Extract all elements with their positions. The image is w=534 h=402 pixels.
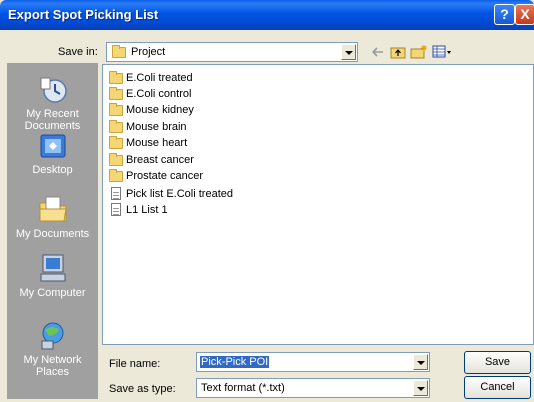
list-item[interactable]: Mouse heart [109,135,187,153]
desktop-icon [40,134,65,158]
cancel-button[interactable]: Cancel [464,376,531,399]
list-item[interactable]: Mouse brain [109,119,187,137]
title-bar: Export Spot Picking List ? X [0,0,534,30]
save-in-dropdown[interactable]: Project [106,42,358,62]
back-arrow-icon[interactable] [371,45,385,59]
window-title: Export Spot Picking List [8,7,159,22]
list-item[interactable]: Mouse kidney [109,102,194,120]
list-item[interactable]: Pick list E.Coli treated [109,187,233,203]
place-label: My Computer [19,287,86,299]
place-label: My Documents [15,228,90,240]
file-name-value: Pick-Pick POI [200,356,270,368]
place-my-network-places[interactable]: My Network Places [7,321,98,378]
text-file-icon [111,203,121,216]
folder-icon [109,86,123,100]
folder-icon [112,45,126,61]
place-desktop[interactable]: Desktop [7,133,98,176]
place-my-computer[interactable]: My Computer [7,252,98,299]
save-in-label: Save in: [58,46,98,58]
place-label: Desktop [32,164,73,176]
save-as-type-dropdown[interactable]: Text format (*.txt) [196,378,430,398]
chevron-down-icon[interactable] [413,354,428,370]
chevron-down-icon[interactable] [413,380,428,396]
file-name-label: File name: [109,358,161,370]
save-as-type-value: Text format (*.txt) [201,382,285,394]
list-item[interactable]: L1 List 1 [109,203,168,219]
folder-icon [109,119,123,133]
chevron-down-icon[interactable] [341,44,356,60]
place-my-documents[interactable]: My Documents [7,193,98,240]
file-name-field[interactable]: Pick-Pick POI [196,352,430,372]
file-list[interactable]: E.Coli treated E.Coli control Mouse kidn… [102,64,534,345]
places-bar: My Recent Documents Desktop My Documents… [7,63,98,399]
new-folder-icon[interactable] [410,45,428,59]
views-menu-icon[interactable] [432,45,452,59]
folder-icon [109,102,123,116]
place-my-recent-documents[interactable]: My Recent Documents [7,75,98,132]
save-button[interactable]: Save [464,351,531,374]
save-as-type-label: Save as type: [109,383,176,395]
help-button[interactable]: ? [494,4,515,25]
my-documents-icon [39,196,67,222]
folder-icon [109,135,123,149]
folder-icon [109,70,123,84]
folder-icon [109,152,123,166]
list-item[interactable]: E.Coli control [109,86,191,104]
text-file-icon [111,187,121,200]
folder-icon [109,168,123,182]
place-label: My Recent Documents [24,108,81,132]
save-in-value: Project [131,46,166,58]
list-item[interactable]: Prostate cancer [109,168,203,186]
list-item[interactable]: E.Coli treated [109,70,193,88]
place-label: My Network Places [23,354,82,378]
up-folder-icon[interactable] [390,45,406,59]
my-computer-icon [40,254,65,282]
network-places-icon [41,322,63,350]
list-item[interactable]: Breast cancer [109,152,194,170]
recent-documents-icon [40,77,67,103]
close-button[interactable]: X [515,4,534,25]
